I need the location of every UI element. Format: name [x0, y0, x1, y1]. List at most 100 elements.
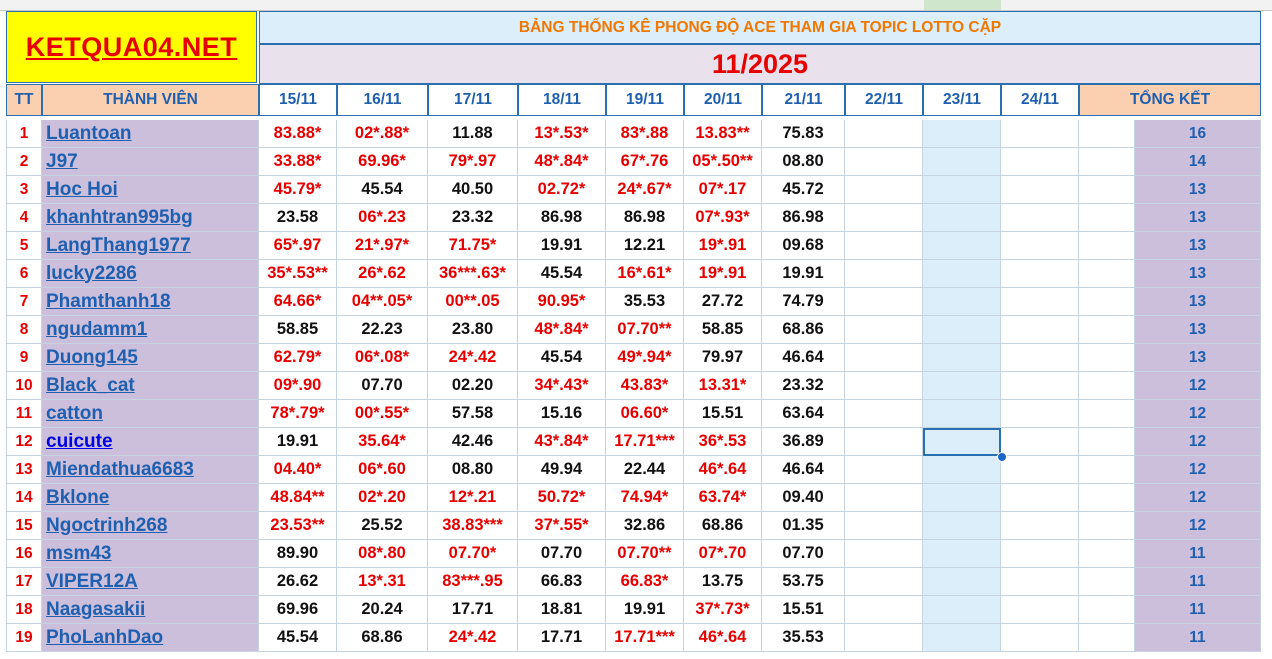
selected-column-header[interactable] [924, 0, 1001, 10]
result-cell[interactable]: 13*.53* [518, 120, 606, 148]
result-cell[interactable]: 49.94 [518, 456, 606, 484]
result-cell[interactable]: 19*.91 [684, 232, 762, 260]
member-name-link[interactable]: Duong145 [42, 344, 259, 372]
result-cell[interactable]: 13*.31 [337, 568, 428, 596]
empty-cell[interactable] [845, 148, 923, 176]
result-cell[interactable]: 68.86 [684, 512, 762, 540]
empty-cell[interactable] [845, 260, 923, 288]
result-cell[interactable]: 23.32 [428, 204, 518, 232]
result-cell[interactable]: 02.20 [428, 372, 518, 400]
empty-cell[interactable] [1079, 512, 1135, 540]
result-cell[interactable]: 19*.91 [684, 260, 762, 288]
empty-cell[interactable] [923, 120, 1001, 148]
result-cell[interactable]: 15.16 [518, 400, 606, 428]
result-cell[interactable]: 07.70 [762, 540, 845, 568]
total-score[interactable]: 14 [1135, 148, 1261, 176]
result-cell[interactable]: 53.75 [762, 568, 845, 596]
total-score[interactable]: 13 [1135, 176, 1261, 204]
empty-cell[interactable] [1001, 512, 1079, 540]
result-cell[interactable]: 58.85 [259, 316, 337, 344]
banner-cell[interactable]: BẢNG THỐNG KÊ PHONG ĐỘ ACE THAM GIA TOPI… [259, 11, 1261, 44]
result-cell[interactable]: 19.91 [606, 596, 684, 624]
site-title-cell[interactable]: KETQUA04.NET [6, 11, 257, 83]
empty-cell[interactable] [1079, 148, 1135, 176]
result-cell[interactable]: 67*.76 [606, 148, 684, 176]
row-number[interactable]: 17 [6, 568, 42, 596]
header-date-18-11[interactable]: 18/11 [518, 84, 606, 116]
total-score[interactable]: 11 [1135, 540, 1261, 568]
row-number[interactable]: 8 [6, 316, 42, 344]
member-name-link[interactable]: cuicute [42, 428, 259, 456]
header-date-22-11[interactable]: 22/11 [845, 84, 923, 116]
result-cell[interactable]: 78*.79* [259, 400, 337, 428]
result-cell[interactable]: 24*.67* [606, 176, 684, 204]
result-cell[interactable]: 04**.05* [337, 288, 428, 316]
row-number[interactable]: 12 [6, 428, 42, 456]
total-score[interactable]: 13 [1135, 204, 1261, 232]
empty-cell[interactable] [845, 596, 923, 624]
empty-cell[interactable] [1001, 400, 1079, 428]
member-name-link[interactable]: Hoc Hoi [42, 176, 259, 204]
header-date-19-11[interactable]: 19/11 [606, 84, 684, 116]
empty-cell[interactable] [1001, 204, 1079, 232]
result-cell[interactable]: 48.84** [259, 484, 337, 512]
result-cell[interactable]: 23.58 [259, 204, 337, 232]
total-score[interactable]: 12 [1135, 372, 1261, 400]
result-cell[interactable]: 07*.93* [684, 204, 762, 232]
empty-cell[interactable] [845, 176, 923, 204]
result-cell[interactable]: 46*.64 [684, 624, 762, 652]
result-cell[interactable]: 43*.84* [518, 428, 606, 456]
spreadsheet[interactable]: KETQUA04.NET BẢNG THỐNG KÊ PHONG ĐỘ ACE … [0, 0, 1272, 659]
empty-cell[interactable] [1079, 372, 1135, 400]
result-cell[interactable]: 13.75 [684, 568, 762, 596]
member-name-link[interactable]: Naagasakii [42, 596, 259, 624]
header-date-23-11[interactable]: 23/11 [923, 84, 1001, 116]
empty-cell[interactable] [1079, 596, 1135, 624]
total-score[interactable]: 12 [1135, 400, 1261, 428]
fill-handle[interactable] [997, 452, 1007, 462]
header-date-20-11[interactable]: 20/11 [684, 84, 762, 116]
empty-cell[interactable] [845, 372, 923, 400]
total-score[interactable]: 13 [1135, 260, 1261, 288]
empty-cell[interactable] [1079, 400, 1135, 428]
result-cell[interactable]: 66.83 [518, 568, 606, 596]
empty-cell[interactable] [845, 512, 923, 540]
result-cell[interactable]: 16*.61* [606, 260, 684, 288]
member-name-link[interactable]: Luantoan [42, 120, 259, 148]
result-cell[interactable]: 45.79* [259, 176, 337, 204]
result-cell[interactable]: 21*.97* [337, 232, 428, 260]
result-cell[interactable]: 46.64 [762, 344, 845, 372]
result-cell[interactable]: 83.88* [259, 120, 337, 148]
empty-cell[interactable] [1079, 540, 1135, 568]
result-cell[interactable]: 68.86 [762, 316, 845, 344]
result-cell[interactable]: 17.71*** [606, 624, 684, 652]
result-cell[interactable]: 63.64 [762, 400, 845, 428]
result-cell[interactable]: 35.53 [762, 624, 845, 652]
empty-cell[interactable] [1079, 484, 1135, 512]
empty-cell[interactable] [1079, 428, 1135, 456]
result-cell[interactable]: 38.83*** [428, 512, 518, 540]
result-cell[interactable]: 43.83* [606, 372, 684, 400]
result-cell[interactable]: 49*.94* [606, 344, 684, 372]
empty-cell[interactable] [845, 624, 923, 652]
empty-cell[interactable] [923, 484, 1001, 512]
result-cell[interactable]: 12.21 [606, 232, 684, 260]
total-score[interactable]: 13 [1135, 316, 1261, 344]
result-cell[interactable]: 48*.84* [518, 316, 606, 344]
empty-cell[interactable] [923, 568, 1001, 596]
result-cell[interactable]: 86.98 [518, 204, 606, 232]
member-name-link[interactable]: Black_cat [42, 372, 259, 400]
row-number[interactable]: 13 [6, 456, 42, 484]
empty-cell[interactable] [923, 176, 1001, 204]
total-score[interactable]: 12 [1135, 484, 1261, 512]
month-cell[interactable]: 11/2025 [259, 44, 1261, 84]
result-cell[interactable]: 32.86 [606, 512, 684, 540]
empty-cell[interactable] [845, 204, 923, 232]
header-total[interactable]: TỔNG KẾT [1079, 84, 1261, 116]
empty-cell[interactable] [1001, 428, 1079, 456]
result-cell[interactable]: 35.53 [606, 288, 684, 316]
result-cell[interactable]: 64.66* [259, 288, 337, 316]
member-name-link[interactable]: PhoLanhDao [42, 624, 259, 652]
header-date-21-11[interactable]: 21/11 [762, 84, 845, 116]
empty-cell[interactable] [1079, 176, 1135, 204]
